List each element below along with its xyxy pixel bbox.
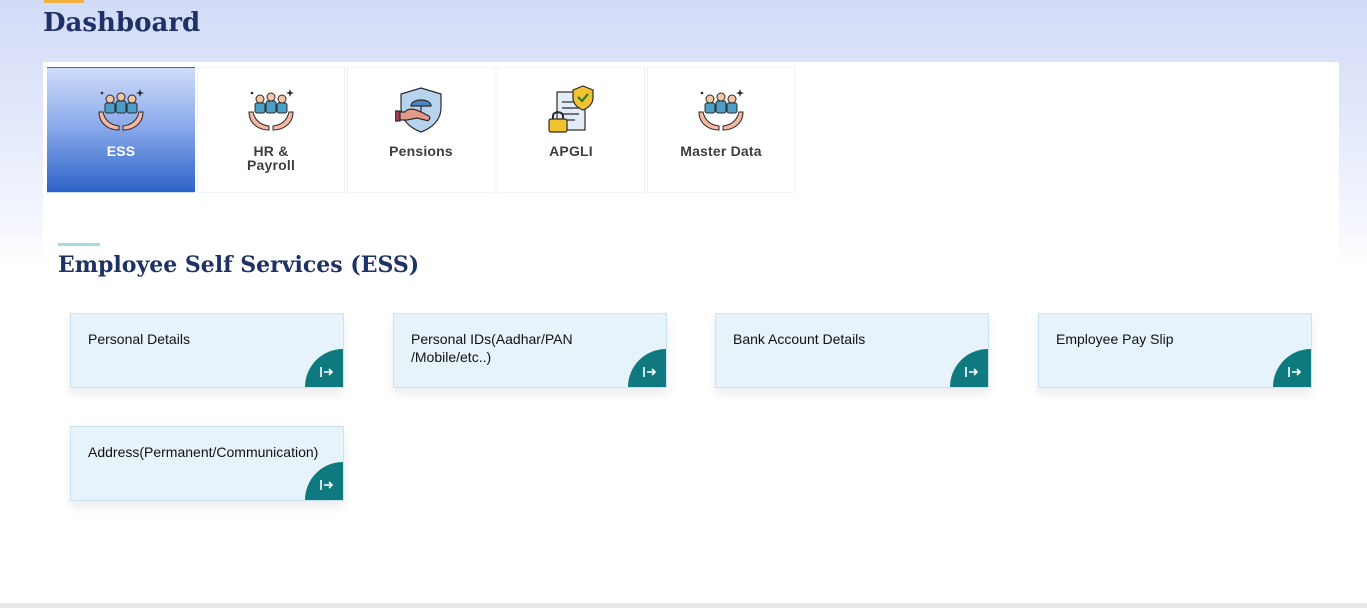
footer-divider xyxy=(0,603,1367,608)
people-hands-icon xyxy=(248,89,294,131)
people-hands-icon xyxy=(98,89,144,131)
arrow-right-icon xyxy=(965,367,979,377)
card-employee-pay-slip[interactable]: Employee Pay Slip xyxy=(1038,313,1312,388)
card-open-button[interactable] xyxy=(950,349,988,387)
arrow-right-icon xyxy=(1288,367,1302,377)
umbrella-hand-icon xyxy=(395,87,442,133)
card-open-button[interactable] xyxy=(305,462,343,500)
card-title: Address(Permanent/Communication) xyxy=(88,444,319,460)
tab-label: ESS xyxy=(106,143,136,159)
tab-pensions[interactable]: Pensions xyxy=(347,67,495,193)
tab-hr-payroll[interactable]: HR & Payroll xyxy=(197,67,345,193)
arrow-right-icon xyxy=(320,480,334,490)
title-accent-bar xyxy=(44,0,84,3)
tab-label: APGLI xyxy=(549,143,593,159)
tab-ess[interactable]: ESS xyxy=(47,67,195,193)
card-bank-account-details[interactable]: Bank Account Details xyxy=(715,313,989,388)
card-title: Bank Account Details xyxy=(733,331,866,347)
card-address[interactable]: Address(Permanent/Communication) xyxy=(70,426,344,501)
card-title: Employee Pay Slip xyxy=(1056,331,1174,347)
tab-master-data[interactable]: Master Data xyxy=(647,67,795,193)
module-tabs: ESS HR & Payroll Pensions APGLI Master D… xyxy=(47,67,795,193)
arrow-right-icon xyxy=(643,367,657,377)
policy-lock-icon xyxy=(548,85,594,133)
tab-apgli[interactable]: APGLI xyxy=(497,67,645,193)
card-title: Personal Details xyxy=(88,331,190,347)
tab-label: HR & Payroll xyxy=(246,143,296,173)
card-personal-details[interactable]: Personal Details xyxy=(70,313,344,388)
section-accent-bar xyxy=(58,243,100,246)
tab-label: Pensions xyxy=(389,143,453,159)
page-title: Dashboard xyxy=(43,8,201,38)
tab-label: Master Data xyxy=(680,143,762,159)
card-title: Personal IDs(Aadhar/PAN /Mobile/etc..) xyxy=(411,331,573,365)
card-personal-ids[interactable]: Personal IDs(Aadhar/PAN /Mobile/etc..) xyxy=(393,313,667,388)
card-open-button[interactable] xyxy=(1273,349,1311,387)
arrow-right-icon xyxy=(320,367,334,377)
section-title: Employee Self Services (ESS) xyxy=(58,252,420,278)
card-open-button[interactable] xyxy=(305,349,343,387)
people-hands-icon xyxy=(698,89,744,131)
